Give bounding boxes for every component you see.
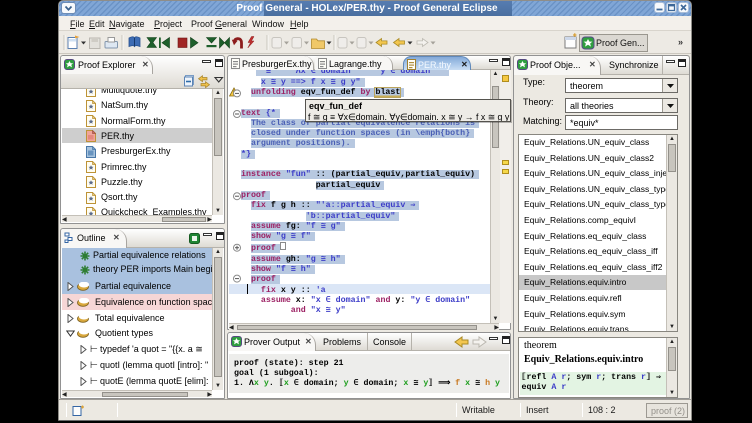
svg-text:Proof Gen...: Proof Gen... <box>596 38 645 48</box>
svg-text:»: » <box>678 37 683 47</box>
